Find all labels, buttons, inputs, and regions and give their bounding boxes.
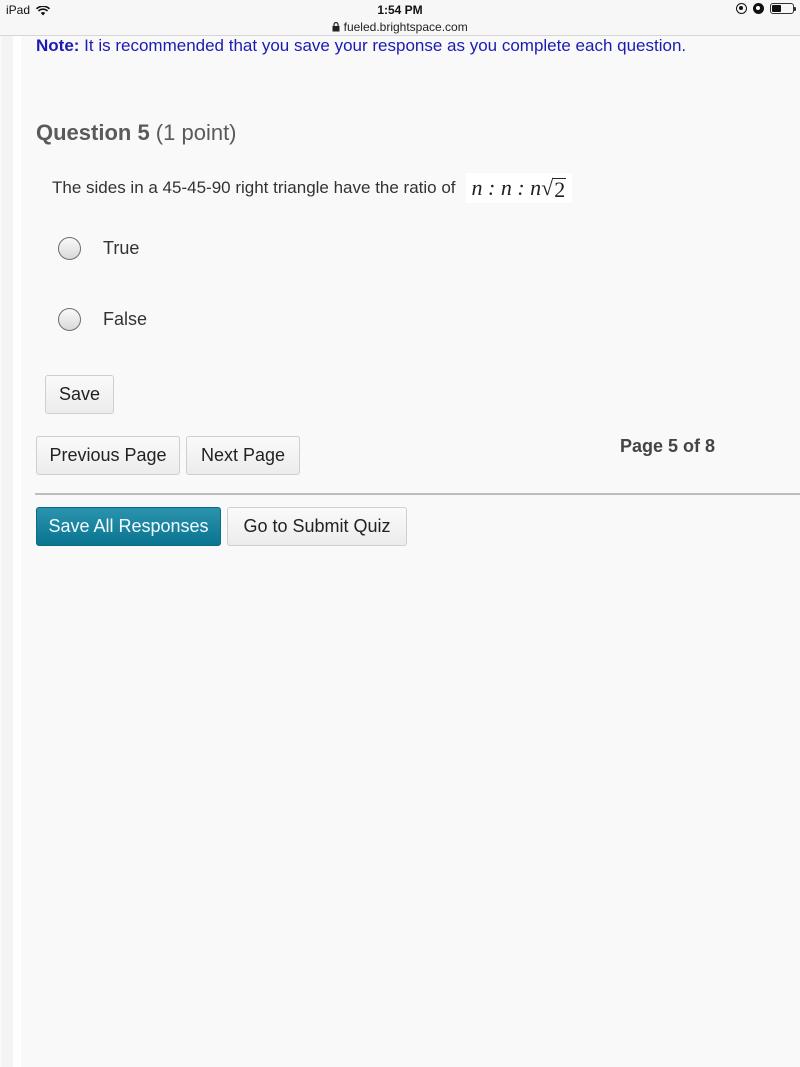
status-time: 1:54 PM	[377, 3, 423, 17]
address-bar[interactable]: fueled.brightspace.com	[0, 20, 800, 34]
option-false[interactable]: False	[58, 308, 147, 331]
question-points: (1 point)	[149, 120, 237, 145]
question-text: The sides in a 45-45-90 right triangle h…	[52, 173, 573, 203]
quiz-content: Note: It is recommended that you save yo…	[21, 36, 800, 1067]
sqrt-symbol: √ 2	[541, 175, 567, 202]
question-number: Question 5	[36, 120, 150, 145]
option-true[interactable]: True	[58, 237, 139, 260]
question-title: Question 5 (1 point)	[36, 120, 237, 146]
url-text: fueled.brightspace.com	[343, 20, 468, 34]
orientation-lock-icon	[736, 3, 747, 14]
page-indicator: Page 5 of 8	[620, 436, 716, 456]
option-true-label[interactable]: True	[103, 238, 139, 259]
ios-status-bar: iPad 1:54 PM fueled.brightspace.com	[0, 0, 800, 36]
radio-false[interactable]	[58, 308, 81, 331]
go-to-submit-quiz-button[interactable]: Go to Submit Quiz	[227, 507, 407, 546]
lock-icon	[332, 20, 343, 34]
next-page-button[interactable]: Next Page	[186, 436, 300, 475]
status-right	[736, 3, 796, 14]
save-note: Note: It is recommended that you save yo…	[36, 36, 686, 56]
note-text: It is recommended that you save your res…	[79, 36, 687, 55]
left-gutter-inner	[13, 36, 21, 1067]
option-false-label[interactable]: False	[103, 309, 147, 330]
divider	[35, 493, 800, 495]
note-label: Note:	[36, 36, 80, 55]
question-prompt: The sides in a 45-45-90 right triangle h…	[52, 178, 456, 197]
save-button[interactable]: Save	[45, 375, 114, 414]
radio-true[interactable]	[58, 237, 81, 260]
math-prefix: n : n : n	[471, 175, 542, 200]
left-gutter	[2, 36, 13, 1067]
battery-icon	[770, 3, 796, 14]
previous-page-button[interactable]: Previous Page	[36, 436, 180, 475]
math-radicand: 2	[553, 177, 567, 202]
alarm-icon	[753, 3, 764, 14]
save-all-responses-button[interactable]: Save All Responses	[36, 507, 221, 546]
math-ratio-image: n : n : n √ 2	[465, 173, 573, 203]
